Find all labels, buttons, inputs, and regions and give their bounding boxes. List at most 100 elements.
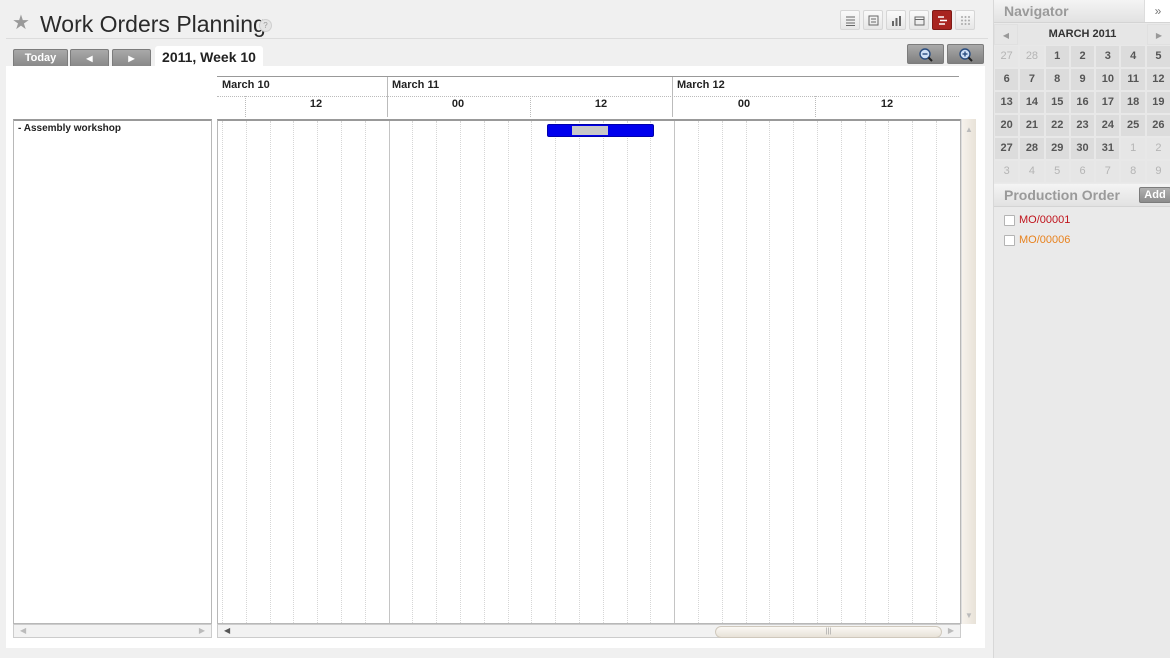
order-name: MO/00006 xyxy=(1019,234,1071,246)
scroll-up-icon[interactable]: ▲ xyxy=(962,125,976,134)
scroll-right-icon[interactable]: ▶ xyxy=(199,626,205,635)
production-order-item[interactable]: MO/00006 xyxy=(1004,233,1070,247)
grid-line xyxy=(293,121,294,623)
calendar-day[interactable]: 7 xyxy=(1095,160,1121,183)
calendar-day[interactable]: 7 xyxy=(1019,68,1045,91)
scroll-left-icon[interactable]: ◀ xyxy=(224,626,230,635)
calendar-day[interactable]: 4 xyxy=(1120,45,1146,68)
grid-line xyxy=(508,121,509,623)
favorite-star-icon[interactable]: ★ xyxy=(12,13,30,33)
calendar-day[interactable]: 16 xyxy=(1069,91,1096,114)
calendar-day[interactable]: 2 xyxy=(1145,137,1170,160)
form-view-button[interactable] xyxy=(863,10,883,30)
calendar-day[interactable]: 2 xyxy=(1069,45,1096,68)
grid-line xyxy=(531,121,532,623)
grid-line xyxy=(769,121,770,623)
calendar-day[interactable]: 3 xyxy=(994,160,1020,183)
grid-line xyxy=(389,121,390,623)
next-month-button[interactable]: ▶ xyxy=(1147,24,1170,45)
calendar-day[interactable]: 6 xyxy=(1069,160,1096,183)
calendar-day[interactable]: 25 xyxy=(1120,114,1146,137)
collapse-sidebar-icon[interactable]: » xyxy=(1144,0,1170,22)
grid-line xyxy=(912,121,913,623)
order-name: MO/00001 xyxy=(1019,214,1071,226)
scrollbar-thumb[interactable]: ||| xyxy=(715,626,942,638)
grid-line xyxy=(793,121,794,623)
calendar-day[interactable]: 31 xyxy=(1095,137,1121,160)
calendar-day[interactable]: 30 xyxy=(1069,137,1096,160)
help-icon[interactable]: ? xyxy=(259,19,272,32)
calendar-icon xyxy=(914,16,925,26)
calendar-day[interactable]: 8 xyxy=(1044,68,1070,91)
day-header-label: March 10 xyxy=(222,79,270,91)
hour-row-divider xyxy=(217,96,959,97)
calendar-header: ◀ MARCH 2011 ▶ xyxy=(994,24,1170,45)
calendar-day[interactable]: 28 xyxy=(1019,137,1045,160)
gantt-horizontal-scrollbar[interactable]: ◀ ||| ▶ xyxy=(217,624,961,638)
calendar-day[interactable]: 1 xyxy=(1120,137,1146,160)
calendar-day[interactable]: 1 xyxy=(1044,45,1070,68)
work-order-bar-progress xyxy=(572,126,608,135)
scroll-down-icon[interactable]: ▼ xyxy=(962,611,976,620)
calendar-day[interactable]: 9 xyxy=(1069,68,1096,91)
hour-header-label: 00 xyxy=(451,98,465,110)
order-checkbox[interactable] xyxy=(1004,214,1015,226)
kanban-view-button[interactable] xyxy=(955,10,975,30)
calendar-day[interactable]: 14 xyxy=(1019,91,1045,114)
calendar-day[interactable]: 5 xyxy=(1145,45,1170,68)
calendar-day[interactable]: 4 xyxy=(1019,160,1045,183)
mini-calendar: 27 28 1 2 3 4 5 6 7 8 9 10 11 12 13 14 15 16 17 18 19 20 21 22 2… xyxy=(994,45,1170,183)
resource-column-scrollbar[interactable]: ◀ ▶ xyxy=(13,624,212,638)
gantt-view-button[interactable] xyxy=(932,10,952,30)
calendar-day[interactable]: 11 xyxy=(1120,68,1146,91)
work-order-bar[interactable] xyxy=(547,124,654,137)
grid-line xyxy=(936,121,937,623)
previous-month-button[interactable]: ◀ xyxy=(994,24,1018,45)
calendar-day[interactable]: 21 xyxy=(1019,114,1045,137)
resource-group-label[interactable]: - Assembly workshop xyxy=(18,123,121,134)
hour-header-label: 12 xyxy=(880,98,894,110)
add-production-order-button[interactable]: Add xyxy=(1139,187,1170,203)
calendar-day[interactable]: 17 xyxy=(1095,91,1121,114)
calendar-day[interactable]: 24 xyxy=(1095,114,1121,137)
calendar-day[interactable]: 13 xyxy=(994,91,1020,114)
list-view-button[interactable] xyxy=(840,10,860,30)
calendar-day[interactable]: 18 xyxy=(1120,91,1146,114)
zoom-out-button[interactable] xyxy=(907,44,944,64)
calendar-view-button[interactable] xyxy=(909,10,929,30)
calendar-day[interactable]: 27 xyxy=(994,45,1020,68)
grid-line xyxy=(579,121,580,623)
zoom-in-button[interactable] xyxy=(947,44,984,64)
calendar-day[interactable]: 26 xyxy=(1145,114,1170,137)
calendar-day[interactable]: 29 xyxy=(1044,137,1070,160)
grid-line xyxy=(270,121,271,623)
calendar-day[interactable]: 12 xyxy=(1145,68,1170,91)
calendar-day[interactable]: 15 xyxy=(1044,91,1070,114)
grid-icon xyxy=(961,16,970,25)
gantt-vertical-scrollbar[interactable]: ▲ ▼ xyxy=(961,119,976,624)
zoom-out-icon xyxy=(919,48,933,62)
calendar-day[interactable]: 28 xyxy=(1019,45,1045,68)
calendar-day[interactable]: 19 xyxy=(1145,91,1170,114)
grid-line xyxy=(650,121,651,623)
production-order-item[interactable]: MO/00001 xyxy=(1004,213,1070,227)
calendar-day[interactable]: 8 xyxy=(1120,160,1146,183)
graph-view-button[interactable] xyxy=(886,10,906,30)
calendar-day[interactable]: 20 xyxy=(994,114,1020,137)
order-checkbox[interactable] xyxy=(1004,234,1015,246)
calendar-day[interactable]: 5 xyxy=(1044,160,1070,183)
calendar-day[interactable]: 10 xyxy=(1095,68,1121,91)
grid-line xyxy=(317,121,318,623)
scroll-left-icon[interactable]: ◀ xyxy=(20,626,26,635)
scroll-right-icon[interactable]: ▶ xyxy=(948,626,954,635)
navigator-title: Navigator xyxy=(1004,3,1069,19)
list-icon xyxy=(846,16,855,26)
calendar-day[interactable]: 23 xyxy=(1069,114,1096,137)
calendar-day[interactable]: 9 xyxy=(1145,160,1170,183)
calendar-day[interactable]: 22 xyxy=(1044,114,1070,137)
grid-line xyxy=(674,121,675,623)
gantt-chart-area[interactable] xyxy=(217,119,961,624)
calendar-day[interactable]: 27 xyxy=(994,137,1020,160)
calendar-day[interactable]: 3 xyxy=(1095,45,1121,68)
calendar-day[interactable]: 6 xyxy=(994,68,1020,91)
